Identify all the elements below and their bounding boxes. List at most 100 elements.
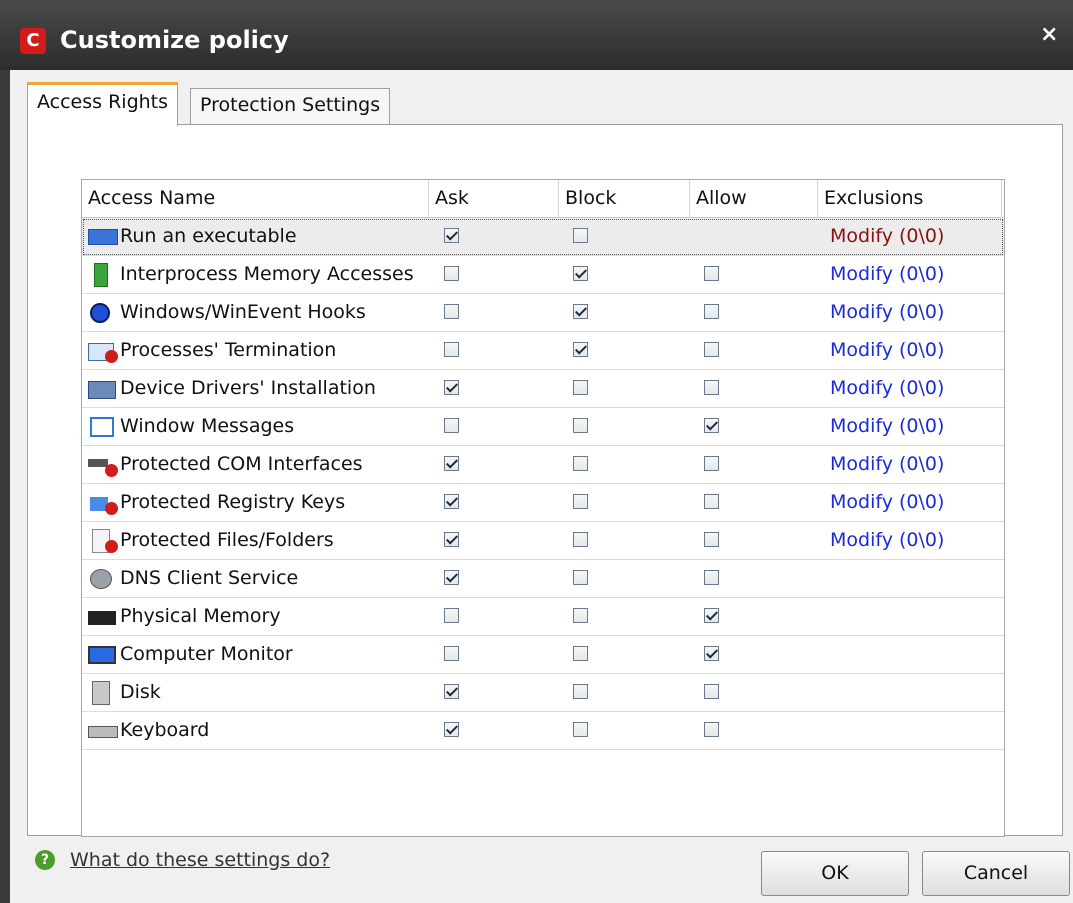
access-name-label: Disk bbox=[120, 681, 161, 703]
allow-checkbox[interactable] bbox=[704, 342, 719, 357]
close-icon[interactable]: × bbox=[1040, 22, 1058, 47]
tab-protection-settings[interactable]: Protection Settings bbox=[190, 88, 391, 124]
access-name-cell: Windows/WinEvent Hooks bbox=[86, 294, 436, 331]
modify-exclusions-link[interactable]: Modify (0\0) bbox=[830, 218, 944, 255]
allow-checkbox[interactable] bbox=[704, 418, 719, 433]
ask-checkbox[interactable] bbox=[444, 304, 459, 319]
access-name-label: Window Messages bbox=[120, 415, 295, 437]
access-name-cell: Protected COM Interfaces bbox=[86, 446, 436, 483]
table-row[interactable]: Protected Registry Keys Modify (0\0) bbox=[82, 484, 1004, 522]
block-checkbox[interactable] bbox=[573, 722, 588, 737]
allow-checkbox[interactable] bbox=[704, 380, 719, 395]
block-checkbox[interactable] bbox=[573, 684, 588, 699]
access-name-label: DNS Client Service bbox=[120, 567, 299, 589]
block-checkbox[interactable] bbox=[573, 228, 588, 243]
hook-icon bbox=[86, 301, 120, 325]
modify-exclusions-link[interactable]: Modify (0\0) bbox=[830, 256, 944, 293]
block-checkbox[interactable] bbox=[573, 380, 588, 395]
registry-keys-icon bbox=[86, 491, 120, 515]
table-header: Access Name Ask Block Allow Exclusions bbox=[82, 180, 1004, 218]
access-name-label: Device Drivers' Installation bbox=[120, 377, 376, 399]
allow-checkbox[interactable] bbox=[704, 456, 719, 471]
column-header-allow[interactable]: Allow bbox=[690, 180, 818, 218]
block-checkbox[interactable] bbox=[573, 608, 588, 623]
ask-checkbox[interactable] bbox=[444, 684, 459, 699]
ask-checkbox[interactable] bbox=[444, 456, 459, 471]
ask-checkbox[interactable] bbox=[444, 266, 459, 281]
table-row[interactable]: Window Messages Modify (0\0) bbox=[82, 408, 1004, 446]
block-checkbox[interactable] bbox=[573, 570, 588, 585]
access-name-label: Processes' Termination bbox=[120, 339, 337, 361]
access-name-cell: Disk bbox=[86, 674, 436, 711]
block-checkbox[interactable] bbox=[573, 342, 588, 357]
ok-button[interactable]: OK bbox=[761, 851, 909, 896]
ask-checkbox[interactable] bbox=[444, 646, 459, 661]
table-row[interactable]: DNS Client Service bbox=[82, 560, 1004, 598]
ask-checkbox[interactable] bbox=[444, 608, 459, 623]
ask-checkbox[interactable] bbox=[444, 418, 459, 433]
modify-exclusions-link[interactable]: Modify (0\0) bbox=[830, 370, 944, 407]
disk-icon bbox=[86, 680, 120, 705]
allow-checkbox[interactable] bbox=[704, 684, 719, 699]
access-name-label: Computer Monitor bbox=[120, 643, 293, 665]
block-checkbox[interactable] bbox=[573, 532, 588, 547]
ask-checkbox[interactable] bbox=[444, 380, 459, 395]
access-name-label: Protected COM Interfaces bbox=[120, 453, 363, 475]
allow-checkbox[interactable] bbox=[704, 570, 719, 585]
table-row[interactable]: Processes' Termination Modify (0\0) bbox=[82, 332, 1004, 370]
device-driver-icon bbox=[86, 377, 120, 401]
block-checkbox[interactable] bbox=[573, 646, 588, 661]
block-checkbox[interactable] bbox=[573, 456, 588, 471]
table-row[interactable]: Device Drivers' Installation Modify (0\0) bbox=[82, 370, 1004, 408]
files-folders-icon bbox=[86, 528, 120, 553]
allow-checkbox[interactable] bbox=[704, 532, 719, 547]
physical-memory-icon bbox=[86, 605, 120, 629]
column-header-ask[interactable]: Ask bbox=[429, 180, 559, 218]
column-header-access-name[interactable]: Access Name bbox=[82, 180, 429, 218]
ask-checkbox[interactable] bbox=[444, 342, 459, 357]
access-name-label: Interprocess Memory Accesses bbox=[120, 263, 414, 285]
column-header-exclusions[interactable]: Exclusions bbox=[818, 180, 1002, 218]
access-name-cell: Device Drivers' Installation bbox=[86, 370, 436, 407]
allow-checkbox[interactable] bbox=[704, 608, 719, 623]
modify-exclusions-link[interactable]: Modify (0\0) bbox=[830, 522, 944, 559]
ask-checkbox[interactable] bbox=[444, 228, 459, 243]
ask-checkbox[interactable] bbox=[444, 570, 459, 585]
table-row[interactable]: Windows/WinEvent Hooks Modify (0\0) bbox=[82, 294, 1004, 332]
modify-exclusions-link[interactable]: Modify (0\0) bbox=[830, 294, 944, 331]
allow-checkbox[interactable] bbox=[704, 304, 719, 319]
allow-checkbox[interactable] bbox=[704, 646, 719, 661]
block-checkbox[interactable] bbox=[573, 304, 588, 319]
help-link[interactable]: What do these settings do? bbox=[70, 849, 330, 871]
dialog-body: Access Rights Protection Settings Access… bbox=[10, 70, 1073, 903]
table-row[interactable]: Disk bbox=[82, 674, 1004, 712]
tab-access-rights[interactable]: Access Rights bbox=[27, 82, 179, 126]
table-row[interactable]: Keyboard bbox=[82, 712, 1004, 750]
table-row[interactable]: Computer Monitor bbox=[82, 636, 1004, 674]
block-checkbox[interactable] bbox=[573, 266, 588, 281]
modify-exclusions-link[interactable]: Modify (0\0) bbox=[830, 484, 944, 521]
block-checkbox[interactable] bbox=[573, 418, 588, 433]
ask-checkbox[interactable] bbox=[444, 494, 459, 509]
ask-checkbox[interactable] bbox=[444, 532, 459, 547]
modify-exclusions-link[interactable]: Modify (0\0) bbox=[830, 446, 944, 483]
modify-exclusions-link[interactable]: Modify (0\0) bbox=[830, 408, 944, 445]
table-row[interactable]: Protected COM Interfaces Modify (0\0) bbox=[82, 446, 1004, 484]
table-row[interactable]: Run an executable Modify (0\0) bbox=[82, 218, 1004, 256]
access-name-cell: Protected Registry Keys bbox=[86, 484, 436, 521]
modify-exclusions-link[interactable]: Modify (0\0) bbox=[830, 332, 944, 369]
block-checkbox[interactable] bbox=[573, 494, 588, 509]
allow-checkbox[interactable] bbox=[704, 494, 719, 509]
allow-checkbox[interactable] bbox=[704, 266, 719, 281]
help-icon[interactable]: ? bbox=[35, 850, 55, 870]
com-interface-icon bbox=[86, 453, 120, 477]
column-header-block[interactable]: Block bbox=[559, 180, 690, 218]
cancel-button[interactable]: Cancel bbox=[922, 851, 1070, 896]
allow-checkbox[interactable] bbox=[704, 722, 719, 737]
table-row[interactable]: Physical Memory bbox=[82, 598, 1004, 636]
access-rights-table: Access Name Ask Block Allow Exclusions R… bbox=[81, 179, 1005, 837]
table-row[interactable]: Protected Files/Folders Modify (0\0) bbox=[82, 522, 1004, 560]
memory-chip-icon bbox=[86, 262, 120, 287]
table-row[interactable]: Interprocess Memory Accesses Modify (0\0) bbox=[82, 256, 1004, 294]
ask-checkbox[interactable] bbox=[444, 722, 459, 737]
